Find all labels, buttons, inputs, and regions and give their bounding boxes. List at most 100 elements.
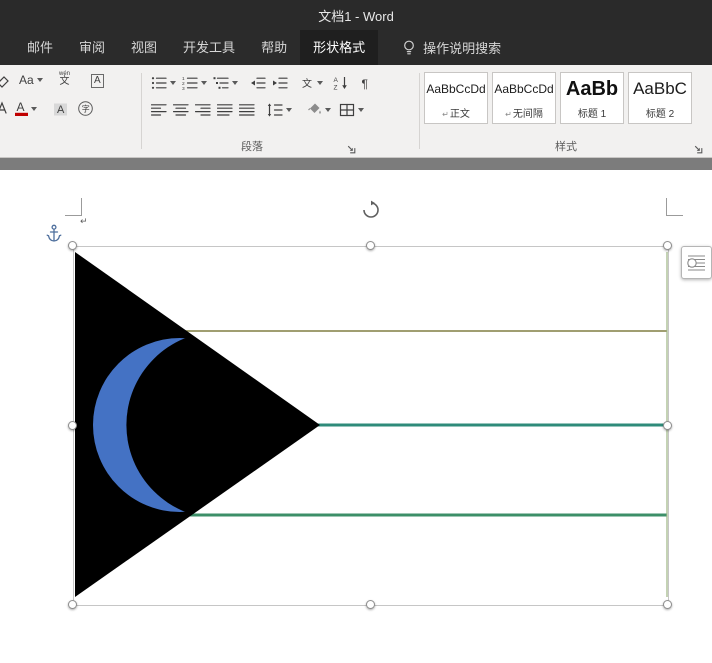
style-name: 标题 2 [629, 105, 691, 123]
svg-text:字: 字 [82, 104, 90, 114]
change-case-button[interactable]: Aa [16, 71, 46, 89]
style-card-no-spacing[interactable]: AaBbCcDd ↵无间隔 [492, 72, 556, 124]
align-right-button[interactable] [192, 100, 214, 120]
multilevel-list-icon [213, 75, 229, 91]
line-spacing-button[interactable] [264, 100, 295, 120]
justify-button[interactable] [214, 100, 236, 120]
line-spacing-icon [267, 102, 283, 118]
justify-icon [217, 102, 233, 118]
decrease-indent-button[interactable] [247, 73, 269, 93]
rotate-handle[interactable] [361, 200, 381, 220]
layout-options-icon [687, 253, 706, 272]
titlebar: 文档1 - Word [0, 0, 712, 30]
pilcrow-mark: ↵ [442, 110, 449, 119]
shading-button[interactable] [303, 100, 334, 120]
chevron-down-icon [201, 81, 207, 85]
dialog-launcher-icon [693, 144, 704, 155]
handle-top-right[interactable] [663, 241, 672, 250]
handle-bottom-left[interactable] [68, 600, 77, 609]
word-window: 文档1 - Word 邮件 审阅 视图 开发工具 帮助 形状格式 操作说明搜索 [0, 0, 712, 663]
chevron-down-icon [317, 81, 323, 85]
bullets-button[interactable] [148, 73, 179, 93]
style-preview: AaBbC [629, 73, 691, 105]
phonetic-guide-icon: wén 文 [59, 71, 70, 87]
align-right-icon [195, 102, 211, 118]
clear-format-button[interactable] [0, 71, 13, 91]
increase-indent-button[interactable] [269, 73, 291, 93]
character-border-button[interactable]: A [88, 72, 107, 90]
page[interactable]: ↵ [0, 170, 712, 663]
chevron-down-icon [37, 78, 43, 82]
tell-me-label: 操作说明搜索 [423, 38, 501, 57]
font-color-icon: A [15, 100, 28, 117]
tab-review[interactable]: 审阅 [66, 30, 118, 65]
sort-button[interactable]: A Z [330, 73, 352, 93]
asian-layout-button[interactable]: 文 [297, 73, 326, 93]
chevron-down-icon [31, 107, 37, 111]
style-preview: AaBbCcDd [493, 73, 555, 105]
paragraph-dialog-launcher[interactable] [346, 142, 357, 153]
style-preview: AaBb [561, 73, 623, 105]
paint-bucket-icon [306, 102, 322, 118]
font-color-button[interactable]: A [12, 98, 40, 119]
decrease-indent-icon [250, 75, 266, 91]
character-shading-button[interactable]: A [50, 99, 71, 119]
svg-text:3: 3 [182, 86, 185, 91]
style-name: 标题 1 [561, 105, 623, 123]
styles-group-label: 样式 [420, 138, 712, 154]
align-center-icon [173, 102, 189, 118]
handle-bottom-center[interactable] [366, 600, 375, 609]
font-group-partial: Aa wén 文 A A [0, 65, 140, 157]
distribute-button[interactable] [236, 100, 258, 120]
anchor-icon[interactable] [46, 224, 62, 244]
character-border-icon: A [91, 74, 104, 88]
chevron-down-icon [232, 81, 238, 85]
style-card-heading1[interactable]: AaBb 标题 1 [560, 72, 624, 124]
svg-text:A: A [334, 77, 339, 84]
styles-dialog-launcher[interactable] [693, 142, 704, 153]
character-shading-icon: A [53, 101, 68, 117]
tab-developer[interactable]: 开发工具 [170, 30, 248, 65]
handle-middle-left[interactable] [68, 421, 77, 430]
dialog-launcher-icon [346, 144, 357, 155]
tell-me-search[interactable]: 操作说明搜索 [402, 30, 501, 65]
lightbulb-icon [402, 39, 416, 57]
handle-middle-right[interactable] [663, 421, 672, 430]
style-card-heading2[interactable]: AaBbC 标题 2 [628, 72, 692, 124]
change-case-label: Aa [19, 73, 34, 87]
chevron-down-icon [286, 108, 292, 112]
svg-text:¶: ¶ [362, 77, 368, 91]
style-preview: AaBbCcDd [425, 73, 487, 105]
chevron-down-icon [325, 108, 331, 112]
selection-bounding-box [73, 246, 669, 606]
handle-bottom-right[interactable] [663, 600, 672, 609]
numbering-button[interactable]: 1 2 3 [179, 73, 210, 93]
numbered-list-icon: 1 2 3 [182, 75, 198, 91]
align-center-button[interactable] [170, 100, 192, 120]
tab-view[interactable]: 视图 [118, 30, 170, 65]
borders-grid-icon [339, 102, 355, 118]
sort-icon: A Z [333, 75, 349, 91]
pilcrow-icon: ¶ [359, 75, 373, 91]
multilevel-list-button[interactable] [210, 73, 241, 93]
handle-top-center[interactable] [366, 241, 375, 250]
phonetic-guide-button[interactable]: wén 文 [56, 69, 73, 89]
tab-shape-format[interactable]: 形状格式 [300, 30, 378, 65]
style-card-normal[interactable]: AaBbCcDd ↵正文 [424, 72, 488, 124]
asian-layout-icon: 文 [300, 75, 314, 91]
handle-top-left[interactable] [68, 241, 77, 250]
style-name: ↵无间隔 [493, 105, 555, 123]
svg-text:A: A [17, 100, 25, 114]
paragraph-group-label: 段落 [142, 138, 362, 154]
enclose-characters-button[interactable]: 字 [74, 98, 97, 119]
ribbon-tab-bar: 邮件 审阅 视图 开发工具 帮助 形状格式 操作说明搜索 [0, 30, 712, 65]
chevron-down-icon [358, 108, 364, 112]
borders-button[interactable] [336, 100, 367, 120]
enclose-characters-icon: 字 [77, 100, 94, 117]
tab-help[interactable]: 帮助 [248, 30, 300, 65]
tab-mailings[interactable]: 邮件 [14, 30, 66, 65]
layout-options-button[interactable] [681, 246, 712, 279]
show-hide-marks-button[interactable]: ¶ [356, 73, 376, 93]
align-left-button[interactable] [148, 100, 170, 120]
align-left-icon [151, 102, 167, 118]
